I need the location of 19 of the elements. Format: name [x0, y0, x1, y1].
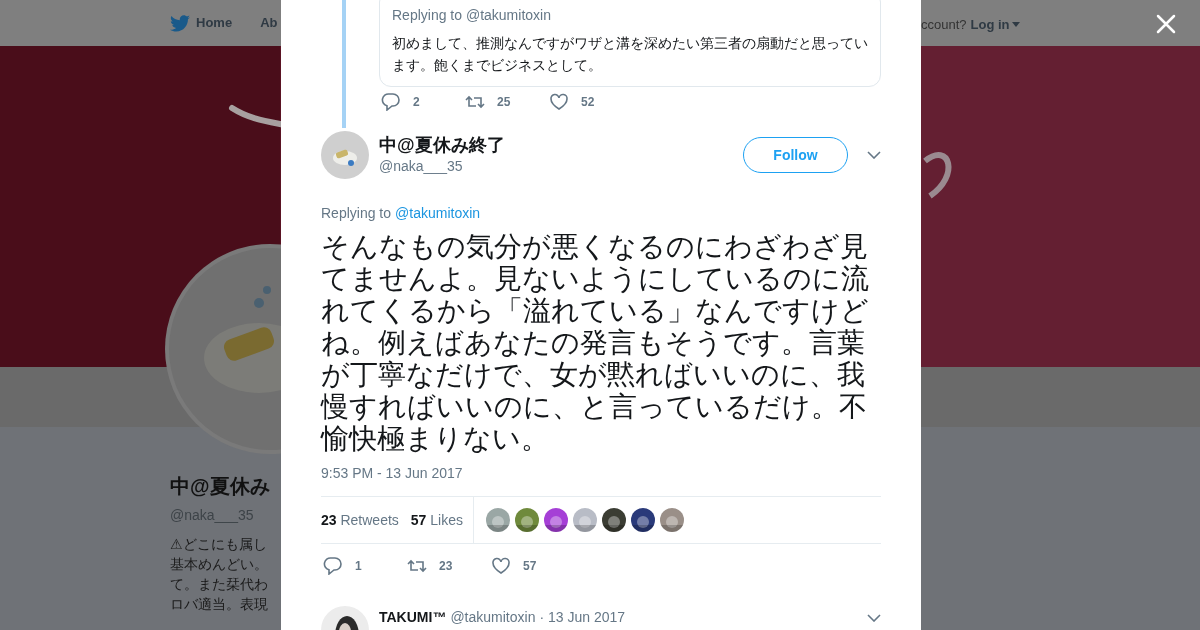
heart-button[interactable]: 57 [491, 556, 547, 575]
bio-line: ロバ適当。表現 [170, 595, 269, 614]
replying-to: Replying to @takumitoxin [392, 6, 552, 25]
bio-line: 基本めんどい。 [170, 555, 269, 574]
login-link[interactable]: Log in [970, 15, 1020, 35]
user-handle: @takumitoxin [450, 609, 536, 625]
retweet-button[interactable]: 23 [407, 556, 463, 575]
tweet-timestamp: 9:53 PM - 13 Jun 2017 [321, 464, 464, 483]
login-prompt: ccount? [921, 16, 967, 34]
profile-name: 中@夏休み [170, 474, 271, 499]
likes-count[interactable]: 57 Likes [410, 509, 463, 531]
user-name: TAKUMI™ [379, 609, 447, 625]
retweets-count[interactable]: 23 Retweets [321, 509, 399, 531]
tweet-date: · 13 Jun 2017 [539, 609, 626, 625]
nav-link[interactable]: Ab [260, 13, 278, 33]
bio-line: ⚠どこにも属し [170, 535, 268, 554]
bio-line: て。また栞代わ [170, 575, 269, 594]
nav-link[interactable]: Home [170, 13, 233, 33]
reply-button[interactable]: 1 [323, 556, 379, 575]
